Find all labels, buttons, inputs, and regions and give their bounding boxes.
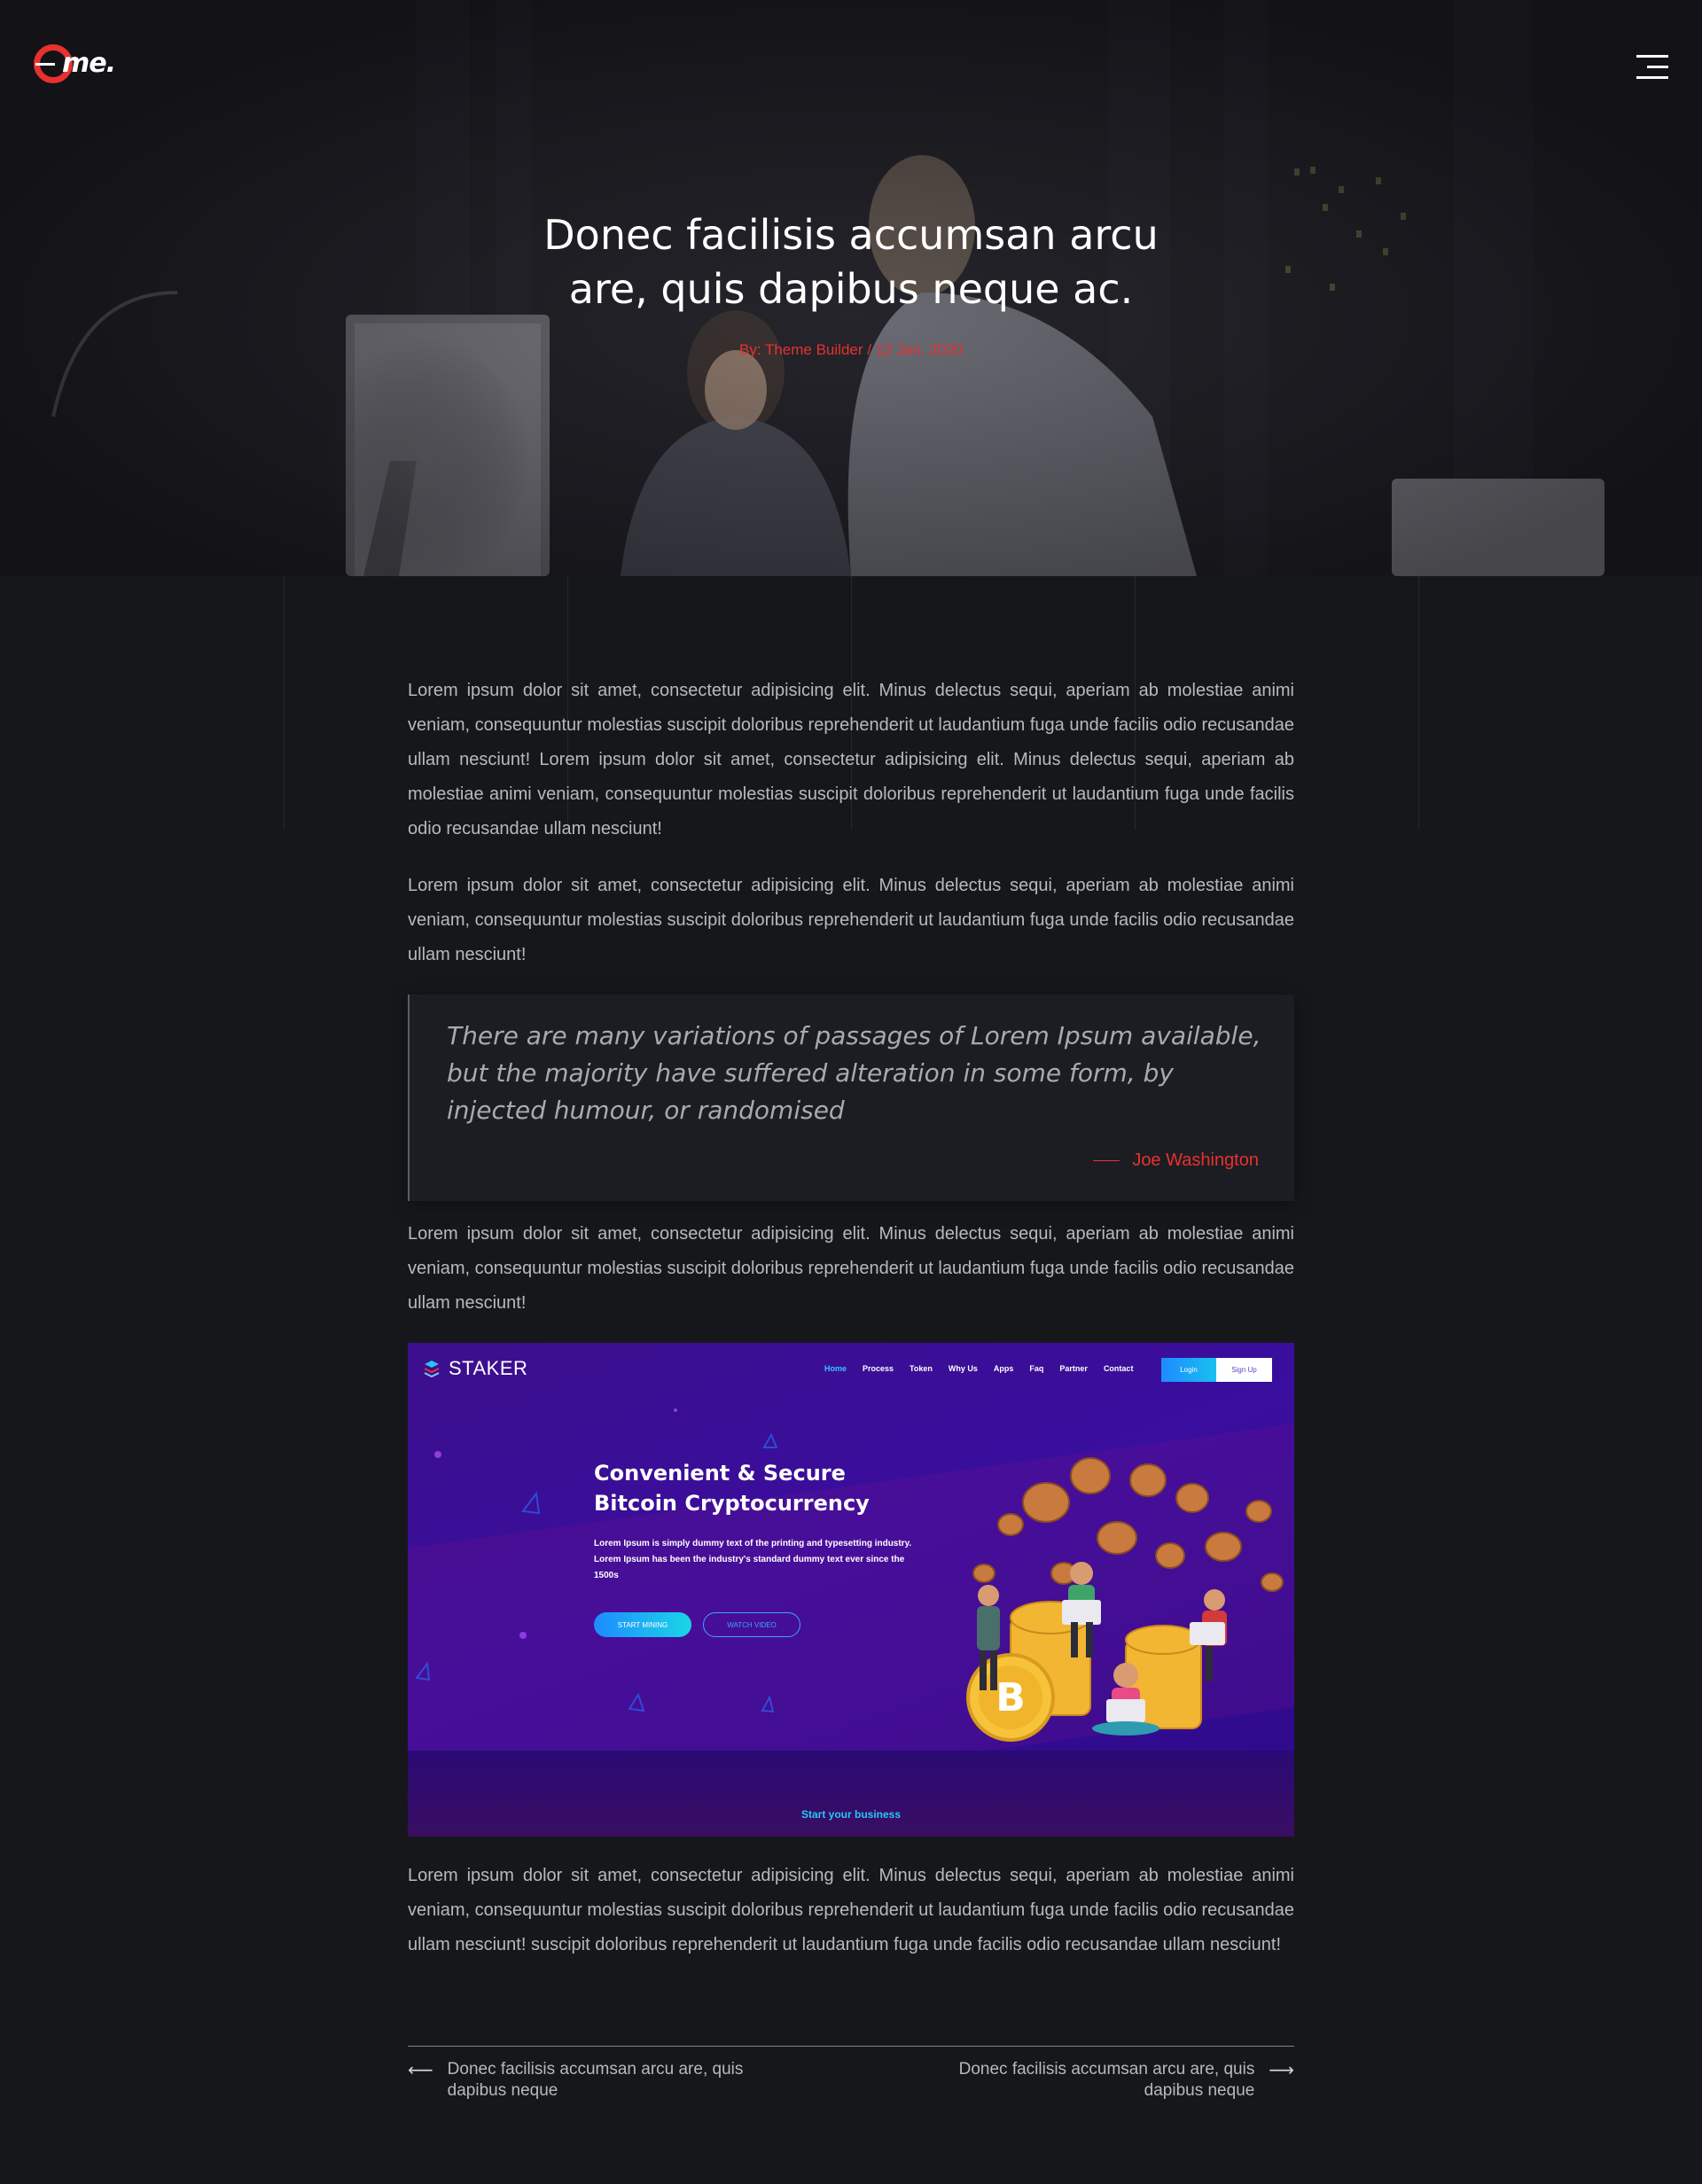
shot-headline-line2: Bitcoin Cryptocurrency [594, 1491, 870, 1516]
grid-line [284, 576, 285, 830]
previous-post-link[interactable]: ⟵ Donec facilisis accumsan arcu are, qui… [408, 2059, 780, 2102]
grid-line [1418, 576, 1419, 830]
page-title-line2: are, quis dapibus neque ac. [568, 265, 1134, 313]
logo-bar [35, 63, 55, 66]
staker-logo-icon [424, 1361, 440, 1378]
shot-nav-contact: Contact [1103, 1364, 1134, 1373]
post-nav-divider [408, 2046, 1294, 2047]
shot-nav-apps: Apps [993, 1364, 1014, 1373]
arrow-right-icon: ⟶ [1269, 2059, 1294, 2080]
shot-headline: Convenient & Secure Bitcoin Cryptocurren… [594, 1458, 886, 1518]
next-post-title: Donec facilisis accumsan arcu are, quis … [958, 2060, 1255, 2100]
shot-subheading: Start your business [800, 1808, 902, 1821]
article-image: STAKER Home Process Token Why Us Apps Fa… [408, 1343, 1294, 1837]
crypto-illustration: B [966, 1457, 1284, 1742]
shot-nav-token: Token [910, 1364, 933, 1373]
next-post-link[interactable]: Donec facilisis accumsan arcu are, quis … [922, 2059, 1294, 2102]
shot-nav-why-us: Why Us [948, 1364, 978, 1373]
logo-text: me. [62, 48, 116, 79]
blockquote: There are many variations of passages of… [408, 994, 1294, 1201]
article-paragraph: Lorem ipsum dolor sit amet, consectetur … [408, 1224, 1294, 1313]
shot-signup-button: Sign Up [1216, 1358, 1272, 1382]
page-title: Donec facilisis accumsan arcu are, quis … [496, 208, 1206, 316]
hero-banner: me. Donec facilisis accumsan arcu are, q… [0, 0, 1702, 576]
shot-nav-home: Home [824, 1364, 847, 1373]
site-logo[interactable]: me. [34, 44, 116, 94]
shot-logo: STAKER [422, 1357, 527, 1380]
article-paragraph: Lorem ipsum dolor sit amet, consectetur … [408, 876, 1294, 964]
shot-nav: Home Process Token Why Us Apps Faq Partn… [824, 1364, 1133, 1373]
svg-text:B: B [995, 1675, 1026, 1720]
shot-nav-partner: Partner [1059, 1364, 1088, 1373]
quote-author-name: Joe Washington [1132, 1150, 1259, 1170]
arrow-left-icon: ⟵ [408, 2059, 433, 2080]
shot-headline-line1: Convenient & Secure [594, 1461, 846, 1486]
quote-dash [1093, 1160, 1120, 1161]
shot-login-button: Login [1161, 1358, 1216, 1382]
quote-author: Joe Washington [1093, 1150, 1259, 1171]
quote-text: There are many variations of passages of… [447, 1021, 1261, 1125]
shot-nav-process: Process [863, 1364, 894, 1373]
page-title-line1: Donec facilisis accumsan arcu [543, 211, 1159, 259]
shot-start-mining-button: START MINING [594, 1612, 691, 1637]
shot-watch-video-button: WATCH VIDEO [703, 1612, 800, 1637]
shot-logo-text: STAKER [449, 1357, 528, 1379]
shot-nav-faq: Faq [1029, 1364, 1044, 1373]
article-paragraph: Lorem ipsum dolor sit amet, consectetur … [408, 1866, 1294, 1954]
post-meta: By: Theme Builder / 12 Jan, 2020 [738, 341, 963, 358]
previous-post-title: Donec facilisis accumsan arcu are, quis … [447, 2060, 744, 2100]
article-paragraph: Lorem ipsum dolor sit amet, consectetur … [408, 681, 1294, 838]
shot-copy: Lorem Ipsum is simply dummy text of the … [594, 1539, 912, 1580]
hamburger-menu-icon[interactable] [1633, 55, 1668, 82]
